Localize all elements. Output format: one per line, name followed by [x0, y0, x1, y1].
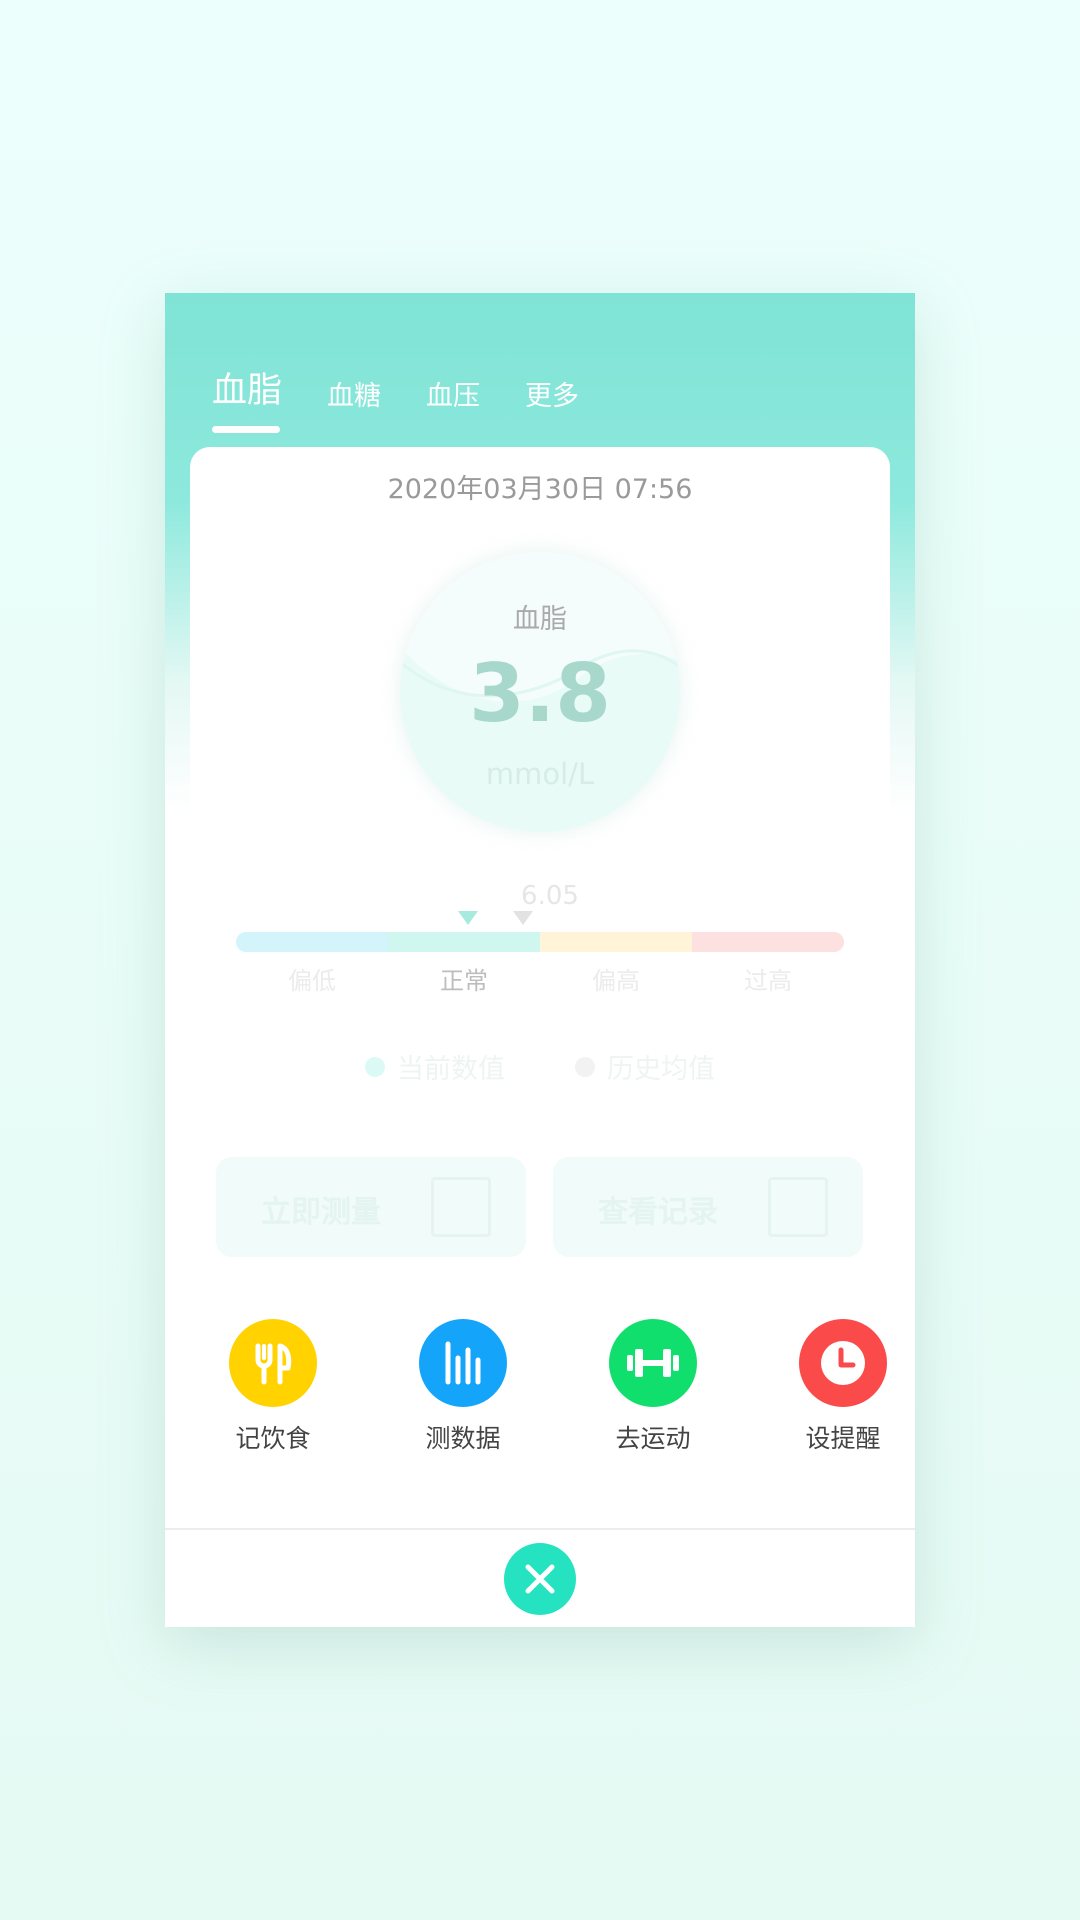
measure-now-button[interactable]: 立即测量 [216, 1157, 526, 1257]
scale-label-very-high: 过高 [744, 967, 792, 995]
legend-history: 历史均值 [575, 1047, 715, 1086]
view-records-label: 查看记录 [598, 1195, 718, 1230]
log-diet-label: 记饮食 [235, 1424, 311, 1453]
fork-knife-icon [229, 1319, 317, 1407]
scale-segment-very-high [692, 932, 844, 952]
view-records-button[interactable]: 查看记录 [553, 1157, 863, 1257]
exercise-button[interactable]: 去运动 [583, 1319, 723, 1455]
gauge-title: 血脂 [513, 604, 567, 635]
trend-chart-icon [431, 1177, 491, 1237]
measure-data-button[interactable]: 测数据 [393, 1319, 533, 1455]
close-icon [525, 1564, 555, 1594]
record-list-icon [768, 1177, 828, 1237]
tab-label: 更多 [525, 381, 580, 412]
measurement-panel: 2020年03月30日 07:56 血脂 3.8 mmol/L 6.05 偏低 … [190, 447, 890, 1347]
bars-chart-icon [419, 1319, 507, 1407]
clock-icon [799, 1319, 887, 1407]
legend-current-label: 当前数值 [397, 1054, 505, 1085]
legend-history-label: 历史均值 [607, 1054, 715, 1085]
gauge-value: 3.8 [469, 647, 611, 740]
set-reminder-label: 设提醒 [805, 1424, 881, 1453]
tab-blood-lipid[interactable]: 血脂 [212, 362, 283, 433]
current-value-marker-icon [458, 911, 478, 925]
tab-blood-sugar[interactable]: 血糖 [327, 374, 381, 413]
tab-label: 血糖 [327, 381, 382, 412]
history-value-marker-icon [513, 911, 533, 925]
legend-current: 当前数值 [365, 1047, 505, 1086]
value-gauge: 血脂 3.8 mmol/L [400, 552, 680, 832]
legend-history-dot [575, 1056, 595, 1077]
scale-segment-low [236, 932, 388, 952]
legend: 当前数值 历史均值 [190, 1047, 890, 1086]
tab-blood-pressure[interactable]: 血压 [426, 374, 480, 413]
scale-segment-normal [388, 932, 540, 952]
tab-more[interactable]: 更多 [525, 374, 579, 413]
quick-actions: 记饮食 测数据 去运动 设提醒 [165, 1319, 915, 1459]
exercise-label: 去运动 [615, 1424, 691, 1453]
tab-label: 血压 [426, 381, 481, 412]
range-scale [236, 932, 844, 952]
scale-label-low: 偏低 [288, 967, 336, 995]
measurement-datetime: 2020年03月30日 07:56 [387, 474, 693, 505]
tab-label: 血脂 [212, 371, 283, 411]
scale-segment-high [540, 932, 692, 952]
divider [165, 1528, 915, 1530]
measure-now-label: 立即测量 [261, 1195, 381, 1230]
scale-label-normal: 正常 [440, 967, 488, 995]
close-button[interactable] [504, 1543, 576, 1615]
range-scale-labels: 偏低 正常 偏高 过高 [236, 961, 844, 996]
dumbbell-icon [609, 1319, 697, 1407]
legend-current-dot [365, 1056, 385, 1077]
gauge-unit: mmol/L [485, 757, 595, 791]
health-card: 血脂 血糖 血压 更多 2020年03月30日 07:56 血脂 3.8 mmo… [165, 293, 915, 1627]
set-reminder-button[interactable]: 设提醒 [773, 1319, 913, 1455]
scale-label-high: 偏高 [592, 967, 640, 995]
measure-data-label: 测数据 [425, 1424, 501, 1453]
log-diet-button[interactable]: 记饮食 [203, 1319, 343, 1455]
history-average-value: 6.05 [521, 881, 579, 911]
active-tab-indicator [212, 426, 280, 433]
tab-bar: 血脂 血糖 血压 更多 [212, 353, 624, 433]
